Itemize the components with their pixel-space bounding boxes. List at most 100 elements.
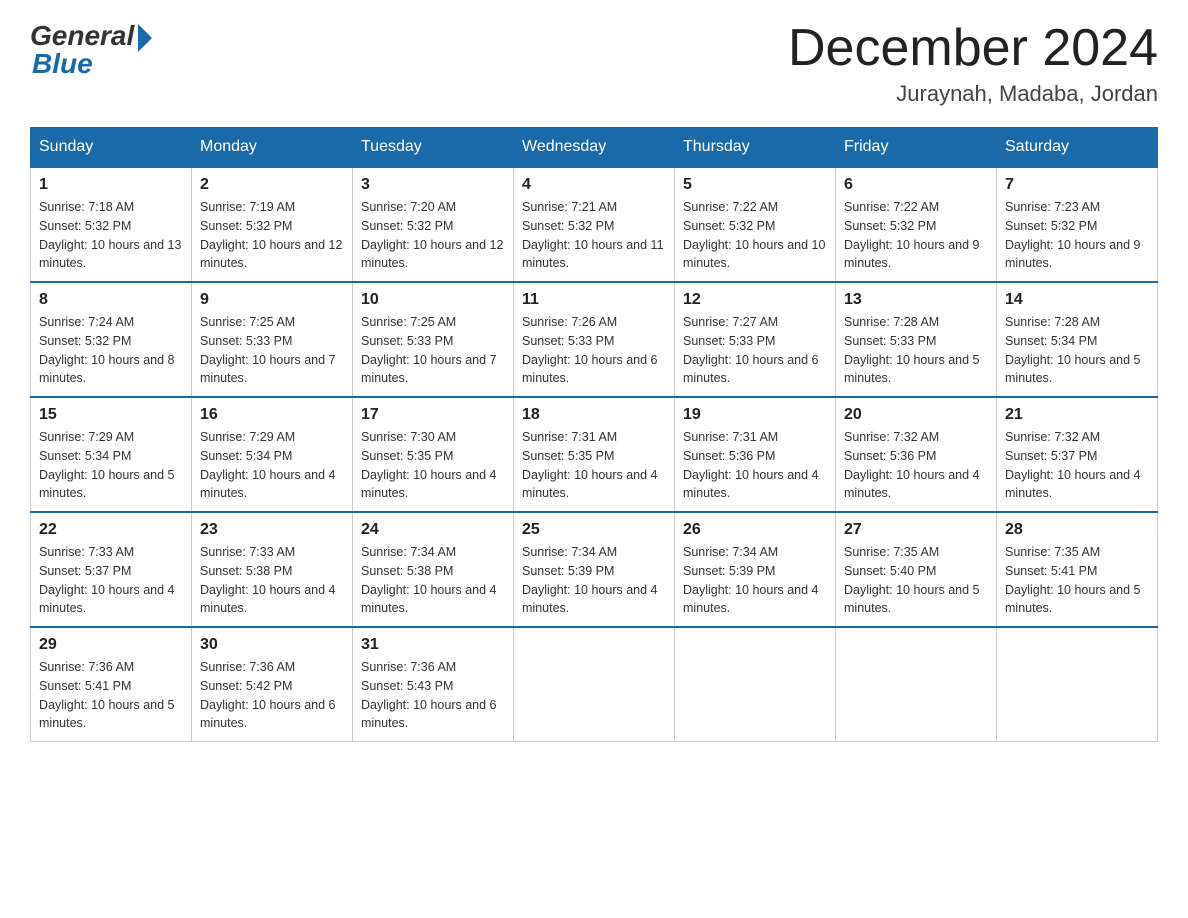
calendar-header-row: SundayMondayTuesdayWednesdayThursdayFrid… xyxy=(31,128,1158,168)
day-info: Sunrise: 7:21 AM Sunset: 5:32 PM Dayligh… xyxy=(522,198,666,273)
column-header-wednesday: Wednesday xyxy=(514,128,675,168)
calendar-cell: 4 Sunrise: 7:21 AM Sunset: 5:32 PM Dayli… xyxy=(514,167,675,282)
calendar-cell: 6 Sunrise: 7:22 AM Sunset: 5:32 PM Dayli… xyxy=(836,167,997,282)
day-number: 17 xyxy=(361,406,505,424)
calendar-cell: 10 Sunrise: 7:25 AM Sunset: 5:33 PM Dayl… xyxy=(353,282,514,397)
column-header-thursday: Thursday xyxy=(675,128,836,168)
calendar-cell: 28 Sunrise: 7:35 AM Sunset: 5:41 PM Dayl… xyxy=(997,512,1158,627)
calendar-cell: 30 Sunrise: 7:36 AM Sunset: 5:42 PM Dayl… xyxy=(192,627,353,742)
day-number: 23 xyxy=(200,521,344,539)
day-info: Sunrise: 7:29 AM Sunset: 5:34 PM Dayligh… xyxy=(39,428,183,503)
day-number: 4 xyxy=(522,176,666,194)
calendar-cell: 19 Sunrise: 7:31 AM Sunset: 5:36 PM Dayl… xyxy=(675,397,836,512)
day-number: 6 xyxy=(844,176,988,194)
day-number: 8 xyxy=(39,291,183,309)
day-info: Sunrise: 7:34 AM Sunset: 5:39 PM Dayligh… xyxy=(683,543,827,618)
day-info: Sunrise: 7:29 AM Sunset: 5:34 PM Dayligh… xyxy=(200,428,344,503)
day-number: 29 xyxy=(39,636,183,654)
calendar-cell: 29 Sunrise: 7:36 AM Sunset: 5:41 PM Dayl… xyxy=(31,627,192,742)
calendar-cell: 5 Sunrise: 7:22 AM Sunset: 5:32 PM Dayli… xyxy=(675,167,836,282)
day-number: 1 xyxy=(39,176,183,194)
column-header-friday: Friday xyxy=(836,128,997,168)
day-info: Sunrise: 7:33 AM Sunset: 5:38 PM Dayligh… xyxy=(200,543,344,618)
logo: General Blue xyxy=(30,20,152,80)
day-number: 9 xyxy=(200,291,344,309)
calendar-cell: 12 Sunrise: 7:27 AM Sunset: 5:33 PM Dayl… xyxy=(675,282,836,397)
calendar-cell: 27 Sunrise: 7:35 AM Sunset: 5:40 PM Dayl… xyxy=(836,512,997,627)
calendar-cell: 15 Sunrise: 7:29 AM Sunset: 5:34 PM Dayl… xyxy=(31,397,192,512)
calendar-week-row: 8 Sunrise: 7:24 AM Sunset: 5:32 PM Dayli… xyxy=(31,282,1158,397)
day-number: 12 xyxy=(683,291,827,309)
column-header-saturday: Saturday xyxy=(997,128,1158,168)
day-info: Sunrise: 7:18 AM Sunset: 5:32 PM Dayligh… xyxy=(39,198,183,273)
day-info: Sunrise: 7:33 AM Sunset: 5:37 PM Dayligh… xyxy=(39,543,183,618)
day-info: Sunrise: 7:36 AM Sunset: 5:43 PM Dayligh… xyxy=(361,658,505,733)
day-number: 19 xyxy=(683,406,827,424)
day-number: 5 xyxy=(683,176,827,194)
day-number: 24 xyxy=(361,521,505,539)
day-info: Sunrise: 7:19 AM Sunset: 5:32 PM Dayligh… xyxy=(200,198,344,273)
day-info: Sunrise: 7:22 AM Sunset: 5:32 PM Dayligh… xyxy=(844,198,988,273)
day-number: 20 xyxy=(844,406,988,424)
calendar-cell: 9 Sunrise: 7:25 AM Sunset: 5:33 PM Dayli… xyxy=(192,282,353,397)
calendar-cell: 1 Sunrise: 7:18 AM Sunset: 5:32 PM Dayli… xyxy=(31,167,192,282)
calendar-cell: 23 Sunrise: 7:33 AM Sunset: 5:38 PM Dayl… xyxy=(192,512,353,627)
calendar-cell: 20 Sunrise: 7:32 AM Sunset: 5:36 PM Dayl… xyxy=(836,397,997,512)
day-number: 14 xyxy=(1005,291,1149,309)
calendar-cell: 24 Sunrise: 7:34 AM Sunset: 5:38 PM Dayl… xyxy=(353,512,514,627)
calendar-cell: 14 Sunrise: 7:28 AM Sunset: 5:34 PM Dayl… xyxy=(997,282,1158,397)
calendar-cell: 18 Sunrise: 7:31 AM Sunset: 5:35 PM Dayl… xyxy=(514,397,675,512)
day-info: Sunrise: 7:23 AM Sunset: 5:32 PM Dayligh… xyxy=(1005,198,1149,273)
logo-arrow-icon xyxy=(138,24,152,52)
day-number: 3 xyxy=(361,176,505,194)
day-info: Sunrise: 7:20 AM Sunset: 5:32 PM Dayligh… xyxy=(361,198,505,273)
calendar-week-row: 15 Sunrise: 7:29 AM Sunset: 5:34 PM Dayl… xyxy=(31,397,1158,512)
calendar-cell: 25 Sunrise: 7:34 AM Sunset: 5:39 PM Dayl… xyxy=(514,512,675,627)
day-info: Sunrise: 7:24 AM Sunset: 5:32 PM Dayligh… xyxy=(39,313,183,388)
day-info: Sunrise: 7:31 AM Sunset: 5:35 PM Dayligh… xyxy=(522,428,666,503)
calendar-cell: 3 Sunrise: 7:20 AM Sunset: 5:32 PM Dayli… xyxy=(353,167,514,282)
day-number: 7 xyxy=(1005,176,1149,194)
month-title: December 2024 xyxy=(788,20,1158,77)
calendar-week-row: 22 Sunrise: 7:33 AM Sunset: 5:37 PM Dayl… xyxy=(31,512,1158,627)
day-info: Sunrise: 7:28 AM Sunset: 5:33 PM Dayligh… xyxy=(844,313,988,388)
day-info: Sunrise: 7:32 AM Sunset: 5:36 PM Dayligh… xyxy=(844,428,988,503)
day-number: 18 xyxy=(522,406,666,424)
calendar-cell: 2 Sunrise: 7:19 AM Sunset: 5:32 PM Dayli… xyxy=(192,167,353,282)
day-number: 27 xyxy=(844,521,988,539)
day-info: Sunrise: 7:26 AM Sunset: 5:33 PM Dayligh… xyxy=(522,313,666,388)
column-header-tuesday: Tuesday xyxy=(353,128,514,168)
day-number: 21 xyxy=(1005,406,1149,424)
day-info: Sunrise: 7:34 AM Sunset: 5:39 PM Dayligh… xyxy=(522,543,666,618)
day-info: Sunrise: 7:36 AM Sunset: 5:41 PM Dayligh… xyxy=(39,658,183,733)
day-number: 15 xyxy=(39,406,183,424)
day-number: 11 xyxy=(522,291,666,309)
day-info: Sunrise: 7:35 AM Sunset: 5:41 PM Dayligh… xyxy=(1005,543,1149,618)
day-number: 16 xyxy=(200,406,344,424)
day-number: 22 xyxy=(39,521,183,539)
calendar-cell: 8 Sunrise: 7:24 AM Sunset: 5:32 PM Dayli… xyxy=(31,282,192,397)
calendar-cell: 13 Sunrise: 7:28 AM Sunset: 5:33 PM Dayl… xyxy=(836,282,997,397)
day-number: 10 xyxy=(361,291,505,309)
calendar-cell xyxy=(836,627,997,742)
day-info: Sunrise: 7:34 AM Sunset: 5:38 PM Dayligh… xyxy=(361,543,505,618)
day-info: Sunrise: 7:36 AM Sunset: 5:42 PM Dayligh… xyxy=(200,658,344,733)
day-info: Sunrise: 7:22 AM Sunset: 5:32 PM Dayligh… xyxy=(683,198,827,273)
day-number: 13 xyxy=(844,291,988,309)
calendar-cell: 16 Sunrise: 7:29 AM Sunset: 5:34 PM Dayl… xyxy=(192,397,353,512)
calendar-cell: 21 Sunrise: 7:32 AM Sunset: 5:37 PM Dayl… xyxy=(997,397,1158,512)
day-number: 31 xyxy=(361,636,505,654)
day-info: Sunrise: 7:27 AM Sunset: 5:33 PM Dayligh… xyxy=(683,313,827,388)
calendar-table: SundayMondayTuesdayWednesdayThursdayFrid… xyxy=(30,127,1158,742)
calendar-cell xyxy=(997,627,1158,742)
calendar-cell: 7 Sunrise: 7:23 AM Sunset: 5:32 PM Dayli… xyxy=(997,167,1158,282)
page-header: General Blue December 2024 Juraynah, Mad… xyxy=(30,20,1158,107)
day-info: Sunrise: 7:25 AM Sunset: 5:33 PM Dayligh… xyxy=(200,313,344,388)
column-header-sunday: Sunday xyxy=(31,128,192,168)
calendar-cell xyxy=(675,627,836,742)
calendar-cell: 22 Sunrise: 7:33 AM Sunset: 5:37 PM Dayl… xyxy=(31,512,192,627)
location: Juraynah, Madaba, Jordan xyxy=(788,81,1158,107)
calendar-cell: 31 Sunrise: 7:36 AM Sunset: 5:43 PM Dayl… xyxy=(353,627,514,742)
day-info: Sunrise: 7:30 AM Sunset: 5:35 PM Dayligh… xyxy=(361,428,505,503)
day-info: Sunrise: 7:28 AM Sunset: 5:34 PM Dayligh… xyxy=(1005,313,1149,388)
